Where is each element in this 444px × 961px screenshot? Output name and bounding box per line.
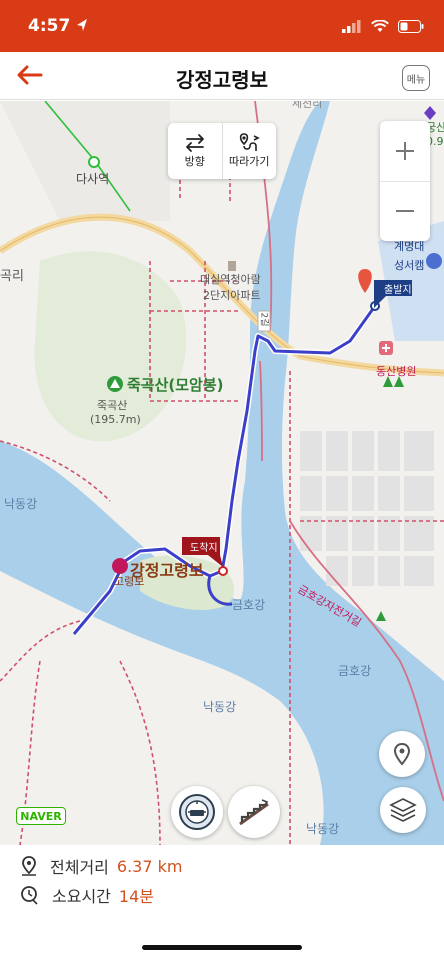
nav-bar: 강정고령보 메뉴 bbox=[0, 52, 444, 100]
end-flag[interactable]: 도착지 bbox=[180, 537, 226, 571]
clock-icon bbox=[21, 886, 38, 905]
distance-value: 6.37 km bbox=[116, 856, 183, 876]
map-canvas bbox=[0, 101, 444, 845]
distance-row: 전체거리 6.37 km bbox=[20, 854, 182, 878]
map-label-river-south: 낙동강 bbox=[203, 700, 237, 714]
start-badge-label: 출발지 bbox=[384, 285, 412, 296]
duration-label: 소요시간 bbox=[52, 887, 111, 906]
home-indicator bbox=[142, 945, 302, 950]
map-label-river-west: 낙동강 bbox=[4, 497, 38, 511]
map-label-geumho: 금호강 bbox=[232, 598, 266, 612]
minus-icon bbox=[396, 210, 414, 213]
status-time: 4:57 bbox=[28, 16, 71, 36]
map-label-river-bottom: 낙동강 bbox=[306, 822, 340, 836]
duration-value: 14분 bbox=[118, 887, 154, 906]
layers-icon bbox=[389, 798, 417, 822]
map-label-road-number: 2길 bbox=[258, 312, 269, 327]
map-label-top-cut: 세천리 bbox=[292, 101, 323, 110]
plus-icon bbox=[396, 141, 414, 160]
map-label-village: 곡리 bbox=[0, 269, 24, 284]
route-info: 전체거리 6.37 km 소요시간 14분 bbox=[0, 845, 444, 915]
swap-arrows-icon bbox=[185, 134, 204, 152]
location-button[interactable] bbox=[379, 731, 425, 777]
status-bar: 4:57 bbox=[0, 0, 444, 52]
distance-label: 전체거리 bbox=[50, 858, 109, 877]
map-label-place-main-small: 고령보 bbox=[114, 575, 145, 588]
elevation-button[interactable] bbox=[228, 786, 280, 838]
distance-pin-icon bbox=[22, 856, 36, 876]
location-pin-icon bbox=[393, 742, 411, 766]
direction-toggle[interactable]: 방향 bbox=[168, 123, 222, 179]
follow-toggle[interactable]: 따라가기 bbox=[221, 123, 277, 179]
zoom-in-button[interactable] bbox=[380, 121, 430, 181]
map-label-univ-2: 성서캠 bbox=[394, 259, 425, 272]
map-layers-button[interactable] bbox=[380, 787, 426, 833]
wifi-icon bbox=[371, 18, 389, 37]
location-arrow-icon bbox=[76, 17, 88, 36]
signal-icon bbox=[342, 18, 362, 37]
zoom-out-button[interactable] bbox=[380, 180, 430, 242]
zoom-controls bbox=[380, 121, 430, 241]
menu-button[interactable]: 메뉴 bbox=[402, 65, 430, 91]
direction-label: 방향 bbox=[184, 155, 205, 168]
map-label-mountain-sub: 죽곡산 bbox=[97, 399, 128, 412]
map-label-hospital: 동산병원 bbox=[376, 365, 417, 378]
naver-logo: NAVER bbox=[16, 807, 66, 825]
map-label-apartment-2: 2단지아파트 bbox=[203, 289, 261, 302]
map-view[interactable]: 세천리 다사역 곡리 대실역청아람 2단지아파트 죽곡산(모암봉) 죽곡산 (1… bbox=[0, 101, 444, 845]
page-title: 강정고령보 bbox=[176, 68, 268, 92]
start-flag[interactable]: 출발지 bbox=[368, 280, 414, 312]
route-toggle: 방향 따라가기 bbox=[168, 123, 276, 179]
route-follow-icon bbox=[240, 133, 261, 151]
end-badge-label: 도착지 bbox=[190, 543, 218, 554]
map-label-mountain-height: (195.7m) bbox=[90, 413, 141, 426]
follow-label: 따라가기 bbox=[229, 155, 270, 168]
elevation-stairs-icon bbox=[239, 799, 269, 826]
duration-row: 소요시간 14분 bbox=[20, 883, 154, 907]
speedometer-icon bbox=[179, 794, 215, 830]
map-label-station[interactable]: 다사역 bbox=[76, 170, 109, 187]
map-label-geumho-east: 금호강 bbox=[338, 664, 372, 678]
battery-icon bbox=[398, 18, 424, 37]
map-label-apartment-1[interactable]: 대실역청아람 bbox=[200, 271, 261, 287]
speedometer-button[interactable] bbox=[171, 786, 223, 838]
map-label-mountain[interactable]: 죽곡산(모암봉) bbox=[127, 374, 224, 395]
